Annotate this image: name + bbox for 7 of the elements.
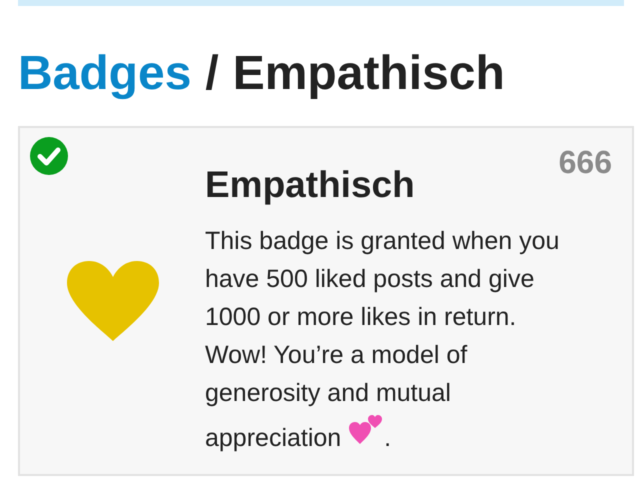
breadcrumb-link[interactable]: Badges xyxy=(18,44,192,104)
breadcrumb-separator: / xyxy=(205,46,219,102)
hearts-icon xyxy=(348,412,384,446)
badge-count: 666 xyxy=(558,143,612,182)
heart-icon xyxy=(64,259,160,343)
page-title: Empathisch xyxy=(232,46,505,102)
badge-description: This badge is granted when you have 500 liked posts and give 1000 or more likes in return. Wow! You’re a model of generosity and mutual appreciation . xyxy=(205,226,560,454)
